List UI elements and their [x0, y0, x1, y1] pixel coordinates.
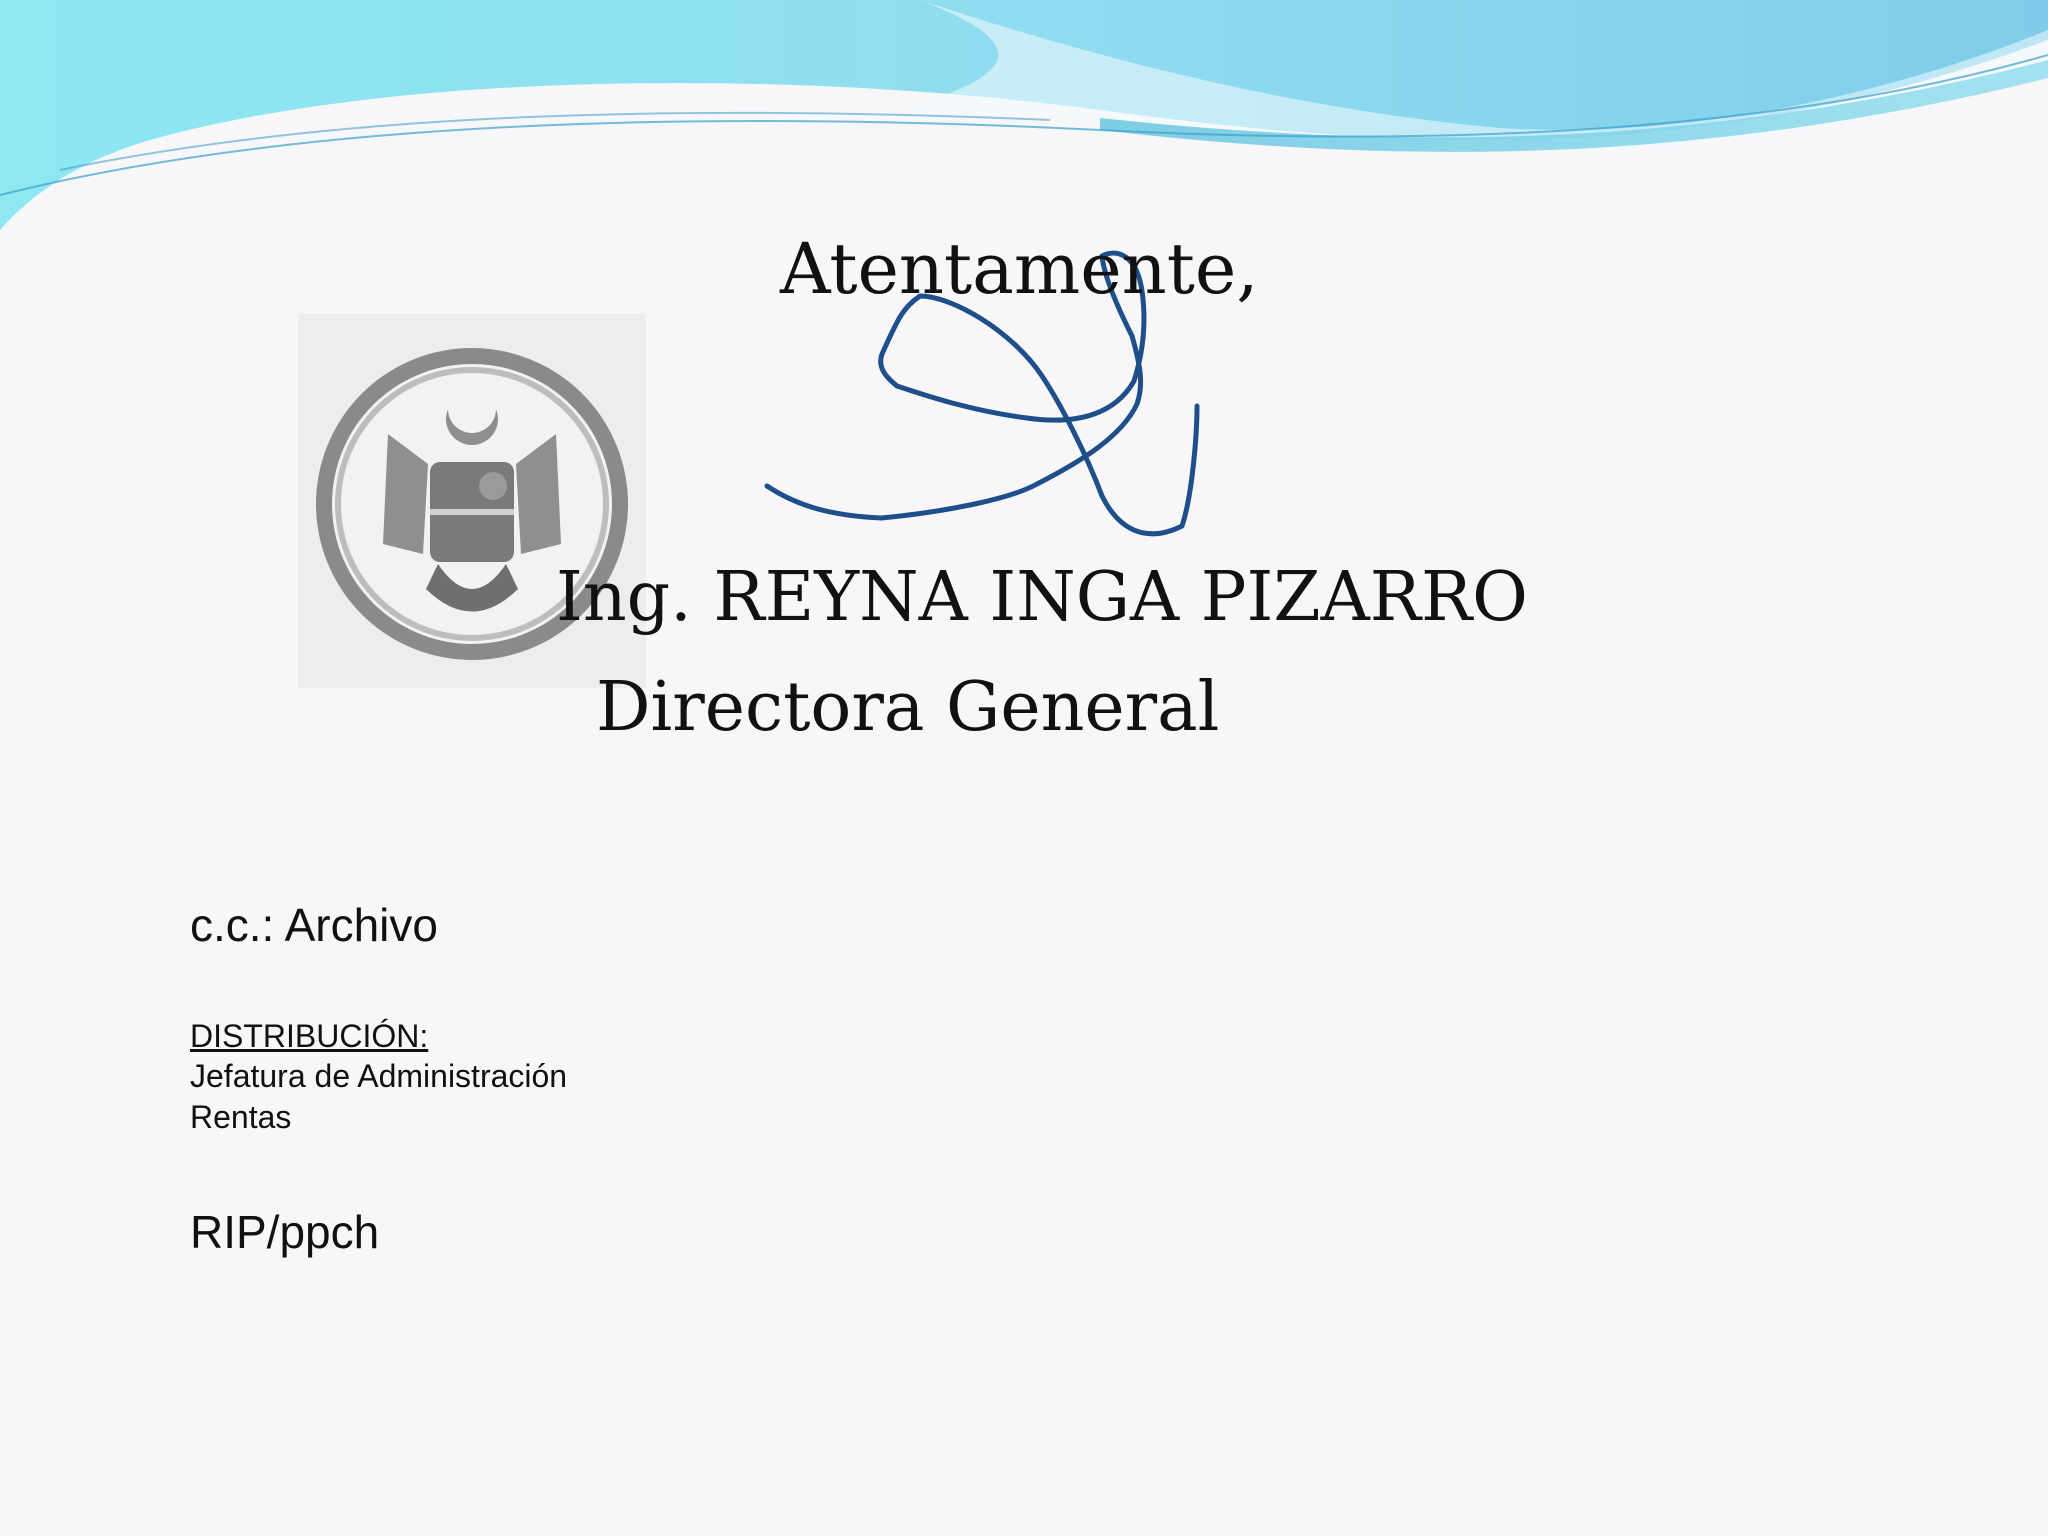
carbon-copy: c.c.: Archivo: [190, 899, 438, 951]
wave-banner: [0, 0, 2048, 230]
distribution-recipient: Rentas: [190, 1099, 292, 1135]
signatory-name: Ing. REYNA INGA PIZARRO: [556, 558, 1528, 637]
closing-salutation: Atentamente,: [780, 228, 1259, 310]
distribution-recipient: Jefatura de Administración: [190, 1058, 568, 1094]
signatory-title: Directora General: [596, 668, 1220, 747]
distribution-heading: DISTRIBUCIÓN:: [190, 1018, 429, 1054]
reference-initials: RIP/ppch: [190, 1206, 380, 1258]
document-page: Atentamente, Ing. REYNA INGA PIZARRO Dir…: [0, 0, 2048, 1536]
